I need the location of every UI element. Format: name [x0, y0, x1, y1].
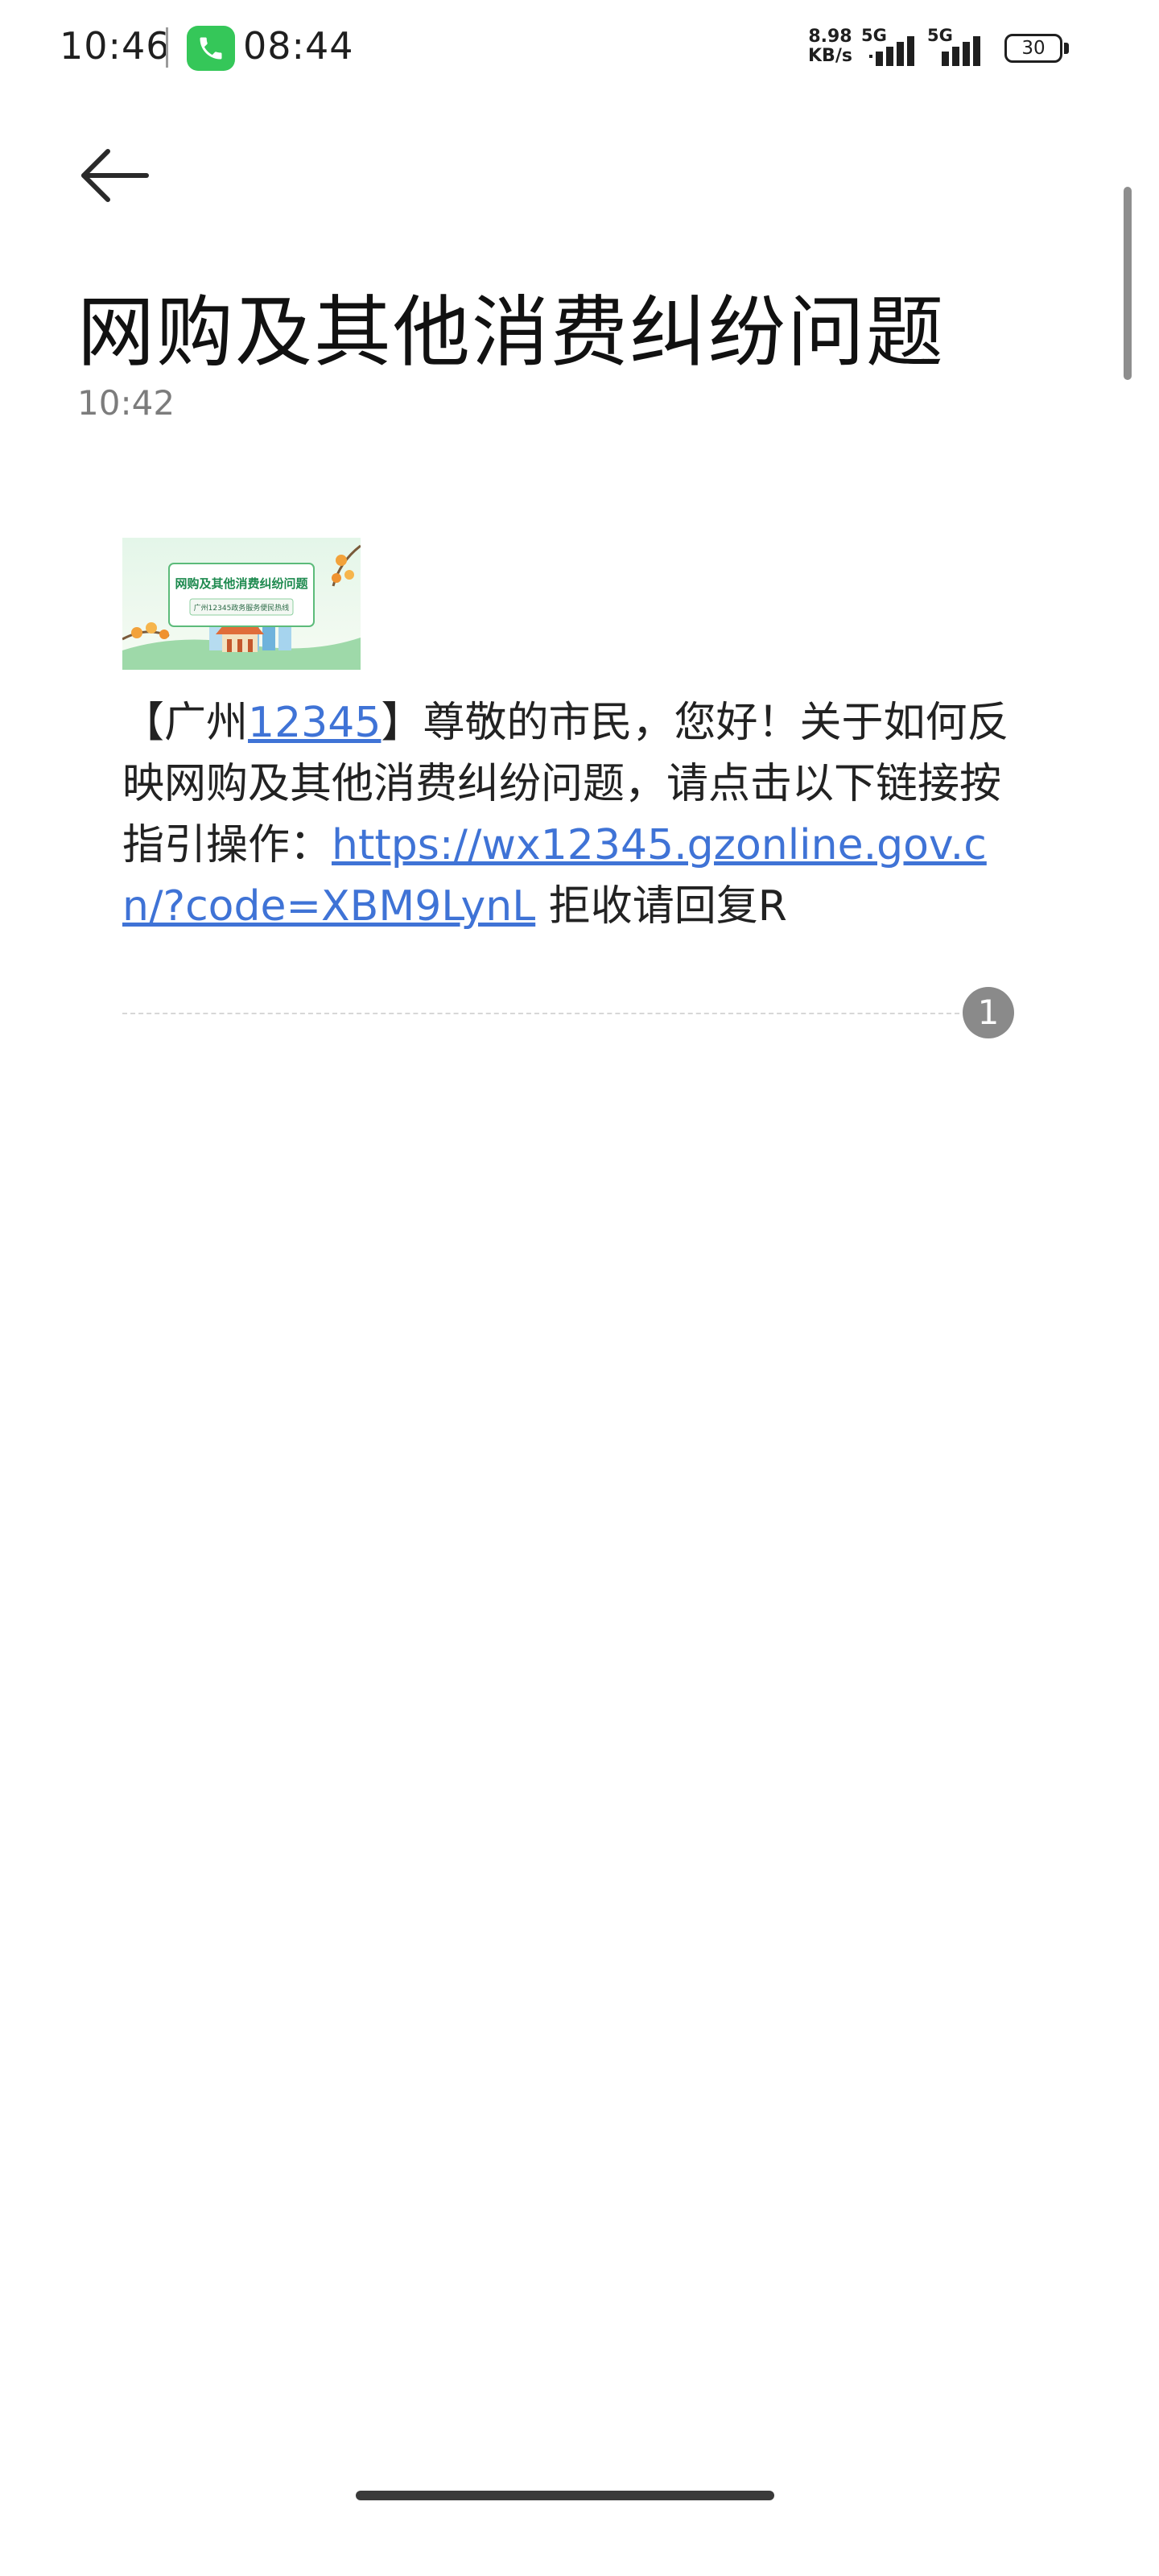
message-image[interactable]: 网购及其他消费纠纷问题 广州12345政务服务便民热线 — [122, 538, 361, 670]
phone-number-link[interactable]: 12345 — [248, 699, 381, 747]
message-body: 【广州12345】尊敬的市民，您好！关于如何反映网购及其他消费纠纷问题，请点击以… — [122, 692, 1032, 937]
status-separator — [166, 27, 168, 68]
message-tail: 拒收请回复R — [535, 882, 787, 931]
signal-icon — [942, 36, 980, 66]
message-detail-screen: 10:46 08:44 8.98 KB/s 5G 5G 30 网购及其他消费纠纷… — [0, 0, 1159, 2576]
signal-icon — [869, 36, 914, 66]
status-time: 10:46 — [60, 24, 171, 68]
message-count-badge: 1 — [963, 987, 1014, 1038]
message-divider — [122, 1013, 959, 1014]
scrollbar[interactable] — [1124, 187, 1132, 380]
back-button[interactable] — [72, 137, 161, 217]
battery-icon: 30 — [1004, 34, 1070, 66]
network-speed-value: 8.98 — [808, 27, 852, 47]
banner-illustration: 网购及其他消费纠纷问题 广州12345政务服务便民热线 — [122, 538, 361, 670]
home-indicator[interactable] — [356, 2491, 774, 2500]
status-bar: 10:46 08:44 8.98 KB/s 5G 5G 30 — [0, 0, 1159, 97]
message-prefix: 【广州 — [122, 699, 249, 747]
battery-level: 30 — [1021, 38, 1046, 59]
phone-icon — [200, 37, 222, 60]
network-indicator-2: 5G — [927, 26, 993, 66]
battery-nub — [1064, 43, 1069, 54]
network-indicator-1: 5G — [861, 26, 927, 66]
conversation-time: 10:42 — [77, 383, 175, 423]
banner-title: 网购及其他消费纠纷问题 — [175, 576, 308, 591]
conversation-title: 网购及其他消费纠纷问题 — [77, 287, 945, 378]
ongoing-call-pill[interactable] — [187, 26, 235, 71]
banner-subtitle: 广州12345政务服务便民热线 — [194, 603, 290, 613]
call-duration: 08:44 — [243, 24, 354, 68]
network-speed-unit: KB/s — [808, 46, 852, 66]
back-arrow-icon — [81, 149, 149, 202]
network-speed: 8.98 KB/s — [808, 27, 852, 66]
